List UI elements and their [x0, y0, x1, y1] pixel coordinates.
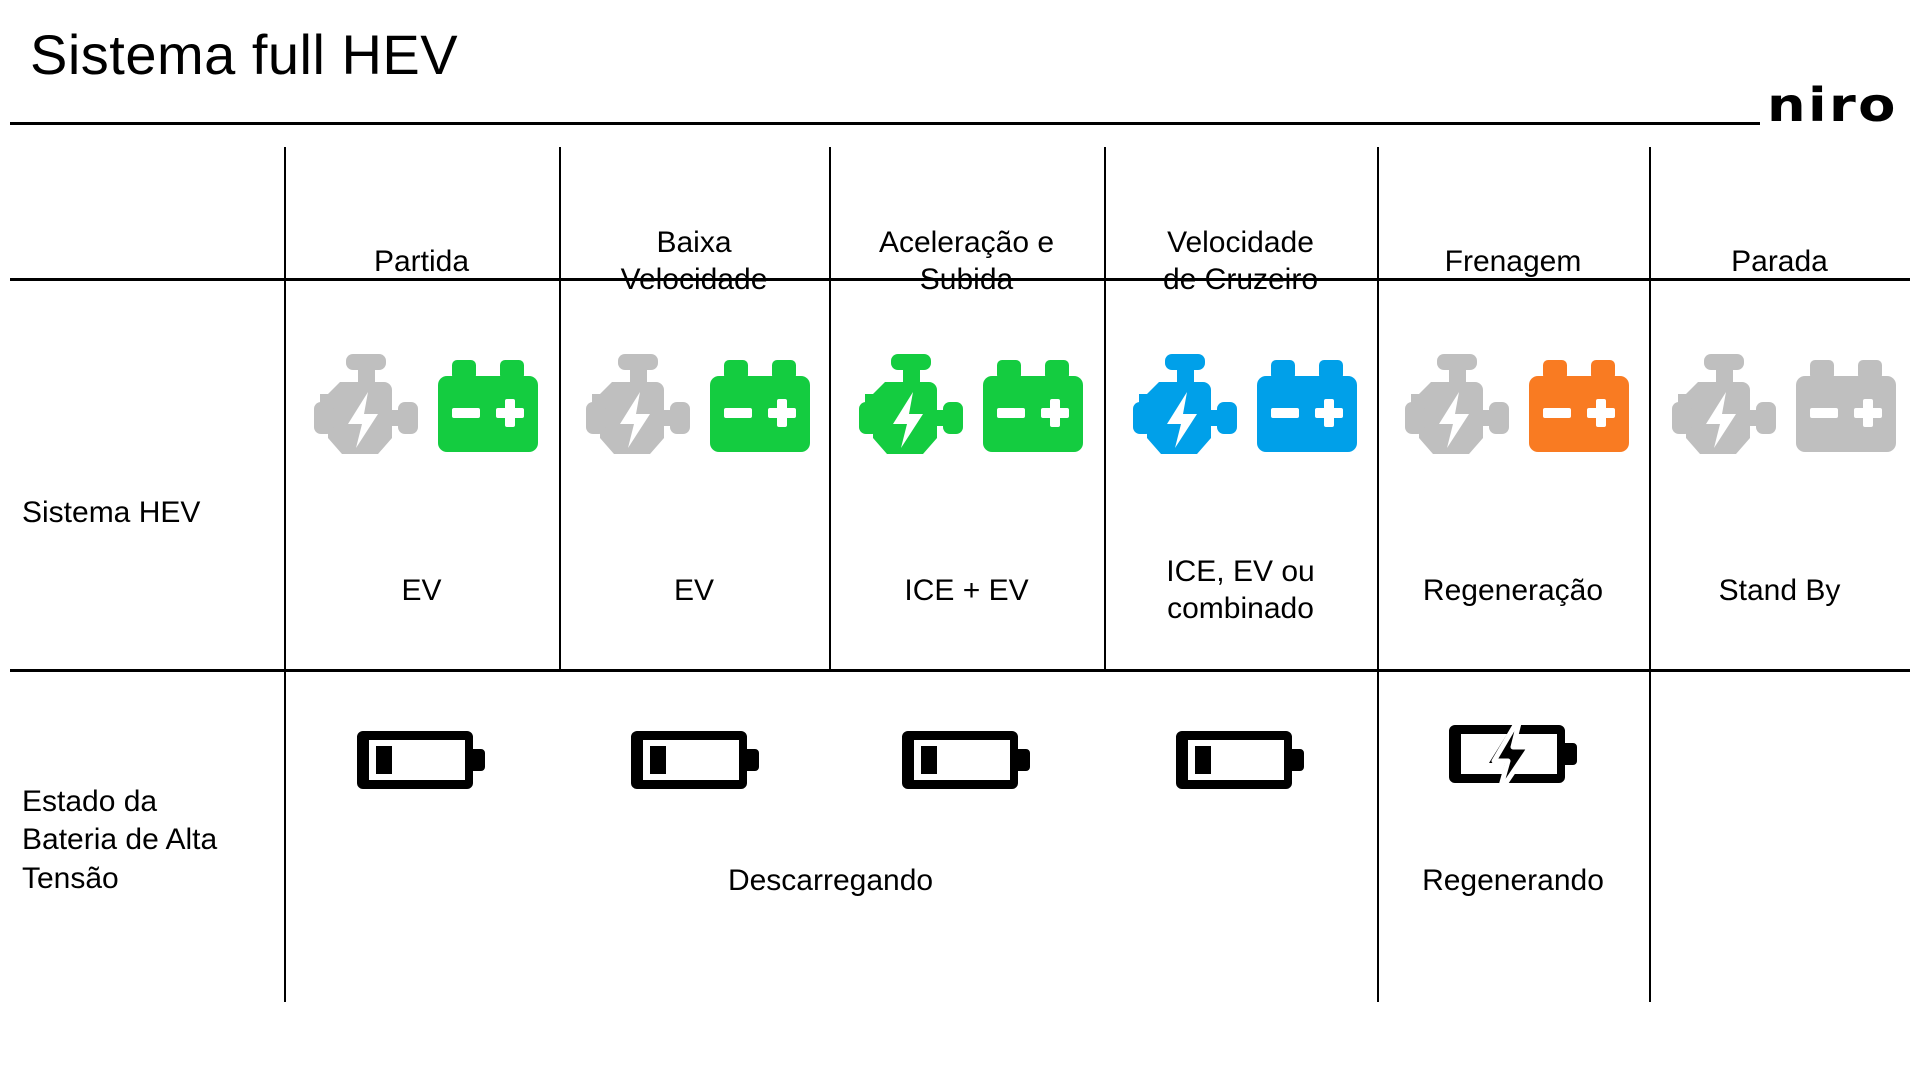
- battery-icon: [982, 360, 1083, 452]
- engine-icon: [858, 354, 963, 454]
- engine-icon: [1405, 354, 1509, 454]
- hev-icons-parada: [1649, 348, 1910, 464]
- battery-low-icon: [631, 731, 759, 789]
- hev-mode-partida: EV: [401, 574, 442, 607]
- battery-charging-icon: [1449, 715, 1577, 793]
- engine-icon: [313, 354, 418, 454]
- column-header-parada: Parada: [1731, 245, 1828, 278]
- hev-mode-velocidade-cruzeiro: ICE, EV ou combinado: [1166, 555, 1315, 625]
- battery-low-icon: [357, 731, 485, 789]
- hev-system-matrix: Partida Baixa Velocidade Aceleração e Su…: [0, 0, 1920, 1080]
- column-header-aceleracao-subida: Aceleração e Subida: [878, 226, 1055, 296]
- column-header-baixa-velocidade: Baixa Velocidade: [620, 226, 768, 296]
- battery-low-icon: [1176, 731, 1304, 789]
- column-header-partida: Partida: [373, 245, 470, 278]
- battery-icon: [710, 360, 810, 452]
- battery-icon: [437, 360, 538, 452]
- hev-mode-baixa-velocidade: EV: [673, 574, 715, 607]
- hev-icons-velocidade-cruzeiro: [1104, 348, 1377, 464]
- battery-status-descarregando: Descarregando: [727, 864, 934, 897]
- battery-icon: [1529, 360, 1629, 452]
- hev-mode-parada: Stand By: [1718, 574, 1841, 607]
- engine-icon: [1671, 354, 1776, 454]
- row-label-estado-bateria: Estado da Bateria de Alta Tensão: [22, 785, 218, 895]
- column-header-velocidade-cruzeiro: Velocidade de Cruzeiro: [1162, 226, 1319, 296]
- hev-icons-partida: [284, 348, 559, 464]
- hev-mode-frenagem: Regeneração: [1422, 574, 1604, 607]
- grid-vline-bottom-0: [284, 672, 286, 1002]
- grid-vline-bottom-4: [1377, 672, 1379, 1002]
- hev-icons-baixa-velocidade: [559, 348, 829, 464]
- battery-icon: [1795, 360, 1896, 452]
- battery-icon: [1256, 360, 1357, 452]
- grid-vline-bottom-5: [1649, 672, 1651, 1002]
- engine-icon: [586, 354, 690, 454]
- row-label-sistema-hev: Sistema HEV: [22, 496, 201, 529]
- engine-icon: [1132, 354, 1237, 454]
- grid-hline-row1-bottom: [10, 669, 1910, 672]
- battery-low-icon: [902, 731, 1030, 789]
- hev-icons-frenagem: [1377, 348, 1649, 464]
- battery-status-regenerando: Regenerando: [1422, 864, 1604, 897]
- hev-mode-aceleracao-subida: ICE + EV: [904, 574, 1029, 607]
- hev-icons-aceleracao-subida: [829, 348, 1104, 464]
- column-header-frenagem: Frenagem: [1444, 245, 1582, 278]
